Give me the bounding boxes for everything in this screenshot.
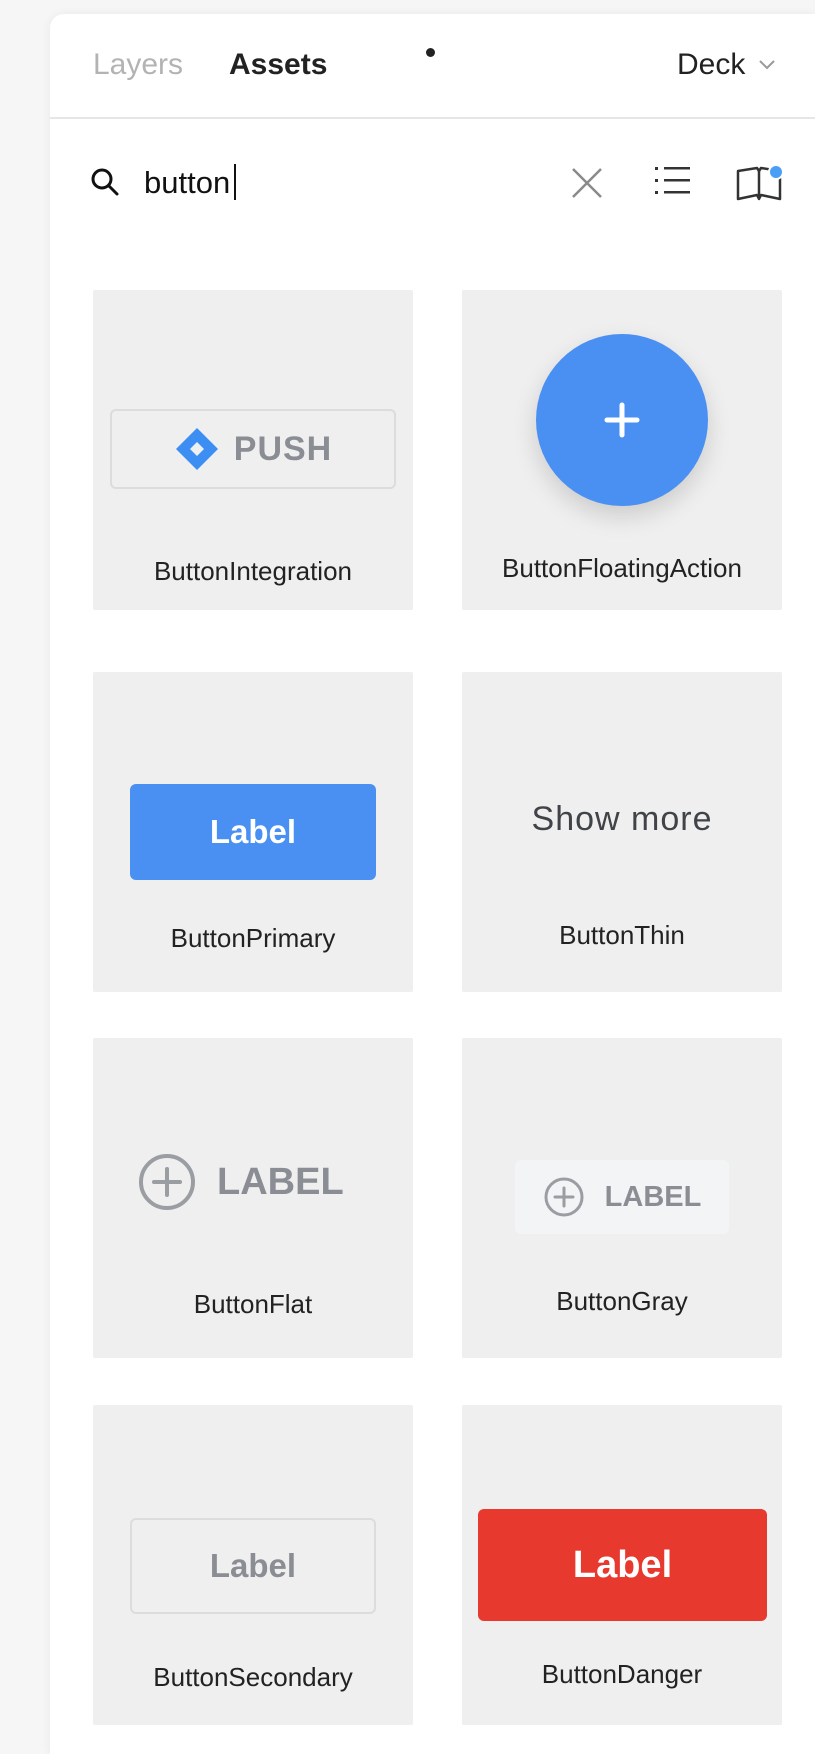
preview-text: LABEL xyxy=(604,1180,702,1213)
asset-preview: LABEL xyxy=(137,1148,344,1216)
asset-card-button-integration[interactable]: PUSH ButtonIntegration xyxy=(93,290,413,610)
asset-card-button-danger[interactable]: Label ButtonDanger xyxy=(462,1405,782,1725)
asset-card-button-flat[interactable]: LABEL ButtonFlat xyxy=(93,1038,413,1358)
add-circle-icon xyxy=(139,1154,195,1210)
asset-card-button-primary[interactable]: Label ButtonPrimary xyxy=(93,672,413,992)
search-icon xyxy=(91,168,119,196)
asset-name: ButtonFloatingAction xyxy=(502,553,742,583)
diamond-icon xyxy=(175,428,218,470)
asset-preview: Label xyxy=(130,784,376,880)
asset-preview: Label xyxy=(130,1518,376,1614)
tab-layers[interactable]: Layers xyxy=(93,47,183,83)
list-view-icon[interactable] xyxy=(655,165,691,197)
asset-name: ButtonPrimary xyxy=(170,923,336,953)
asset-preview: LABEL xyxy=(515,1160,729,1234)
tab-assets[interactable]: Assets xyxy=(229,47,327,83)
search-bar xyxy=(50,119,815,249)
asset-preview: Label xyxy=(478,1509,767,1621)
asset-card-button-thin[interactable]: Show more ButtonThin xyxy=(462,672,782,992)
deck-selector[interactable]: Deck xyxy=(677,47,745,83)
assets-panel: Layers Assets Deck button PUSH ButtonInt… xyxy=(50,14,815,1754)
chevron-down-icon[interactable] xyxy=(759,60,775,70)
text-caret xyxy=(234,164,236,200)
asset-name: ButtonThin xyxy=(559,920,685,950)
panel-tabs: Layers Assets Deck xyxy=(50,14,815,119)
asset-name: ButtonSecondary xyxy=(153,1662,353,1692)
asset-name: ButtonFlat xyxy=(193,1289,313,1319)
close-icon[interactable] xyxy=(571,167,603,199)
asset-preview: PUSH xyxy=(110,409,396,489)
asset-card-button-gray[interactable]: LABEL ButtonGray xyxy=(462,1038,782,1358)
plus-icon xyxy=(604,402,640,438)
asset-preview xyxy=(536,334,708,506)
asset-name: ButtonDanger xyxy=(541,1659,703,1689)
asset-name: ButtonGray xyxy=(556,1286,688,1316)
search-input[interactable] xyxy=(144,163,504,203)
preview-text: PUSH xyxy=(233,429,333,468)
assets-unsaved-dot xyxy=(426,48,435,57)
asset-preview: Show more xyxy=(531,800,713,838)
asset-name: ButtonIntegration xyxy=(153,556,353,586)
asset-card-button-secondary[interactable]: Label ButtonSecondary xyxy=(93,1405,413,1725)
library-book-icon[interactable] xyxy=(735,165,785,203)
add-circle-icon xyxy=(544,1177,584,1217)
asset-card-button-floating-action[interactable]: ButtonFloatingAction xyxy=(462,290,782,610)
preview-text: LABEL xyxy=(217,1160,344,1203)
